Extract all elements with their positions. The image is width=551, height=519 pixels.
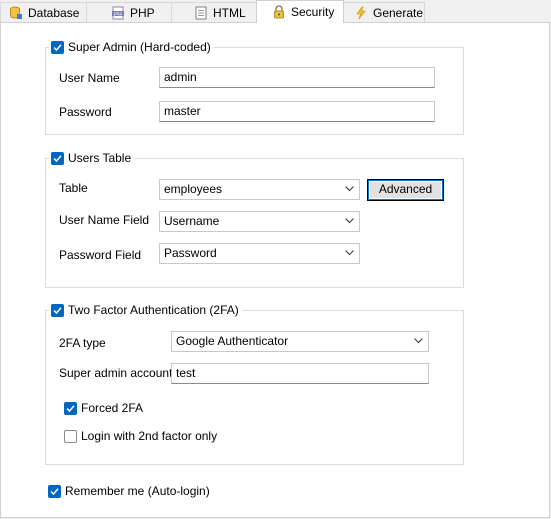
username-label: User Name xyxy=(59,71,120,85)
table-label: Table xyxy=(59,181,88,195)
password-input[interactable]: master xyxy=(159,101,435,122)
super-admin-checkbox[interactable]: Super Admin (Hard-coded) xyxy=(49,39,214,55)
users-table-legend: Users Table xyxy=(68,151,132,165)
tab-strip: Database php PHP HTML Security Generate xyxy=(0,0,551,23)
two-factor-legend: Two Factor Authentication (2FA) xyxy=(68,303,239,317)
forced-2fa-label: Forced 2FA xyxy=(81,401,144,415)
lock-icon xyxy=(272,5,286,19)
2fa-type-select-value: Google Authenticator xyxy=(176,334,289,348)
database-icon xyxy=(9,6,23,20)
remember-me-label: Remember me (Auto-login) xyxy=(65,484,210,498)
two-factor-checkbox[interactable]: Two Factor Authentication (2FA) xyxy=(49,302,242,318)
checkbox-checked-icon xyxy=(51,151,64,165)
password-field-select-value: Password xyxy=(164,246,217,260)
users-table-checkbox[interactable]: Users Table xyxy=(49,150,135,166)
username-field-select[interactable]: Username xyxy=(159,211,360,232)
tab-label: PHP xyxy=(130,5,155,20)
tab-html[interactable]: HTML xyxy=(171,2,257,22)
2fa-type-select[interactable]: Google Authenticator xyxy=(171,331,429,352)
tab-generate[interactable]: Generate xyxy=(343,2,425,22)
username-field-select-value: Username xyxy=(164,214,220,228)
checkbox-checked-icon xyxy=(48,484,61,498)
checkbox-unchecked-icon xyxy=(64,429,77,443)
tab-label: HTML xyxy=(213,5,246,20)
tab-label: Security xyxy=(291,5,335,19)
checkbox-checked-icon xyxy=(51,303,64,317)
login-2nd-factor-only-label: Login with 2nd factor only xyxy=(81,429,218,443)
chevron-down-icon xyxy=(414,338,423,344)
super-admin-account-label: Super admin account xyxy=(59,366,173,380)
tab-label: Generate xyxy=(373,5,424,20)
chevron-down-icon xyxy=(345,218,354,224)
tab-security[interactable]: Security xyxy=(256,0,344,23)
super-admin-account-input[interactable]: test xyxy=(171,363,429,384)
html-file-icon xyxy=(194,6,208,20)
table-select[interactable]: employees xyxy=(159,179,360,200)
tab-label: Database xyxy=(28,5,80,20)
username-input[interactable]: admin xyxy=(159,67,435,88)
2fa-type-label: 2FA type xyxy=(59,336,106,350)
php-file-icon: php xyxy=(111,6,125,20)
remember-me-checkbox[interactable]: Remember me (Auto-login) xyxy=(48,483,210,499)
lightning-icon xyxy=(354,6,368,20)
super-admin-legend: Super Admin (Hard-coded) xyxy=(68,40,211,54)
svg-text:php: php xyxy=(114,11,123,17)
forced-2fa-checkbox[interactable]: Forced 2FA xyxy=(64,400,143,416)
chevron-down-icon xyxy=(345,250,354,256)
checkbox-checked-icon xyxy=(64,401,77,415)
advanced-button[interactable]: Advanced xyxy=(368,180,443,200)
table-select-value: employees xyxy=(164,182,223,196)
password-label: Password xyxy=(59,105,112,119)
tab-database[interactable]: Database xyxy=(0,2,87,22)
chevron-down-icon xyxy=(345,186,354,192)
login-2nd-factor-only-checkbox[interactable]: Login with 2nd factor only xyxy=(64,428,217,444)
password-field-label: Password Field xyxy=(59,248,142,262)
password-field-select[interactable]: Password xyxy=(159,243,360,264)
tab-php[interactable]: php PHP xyxy=(86,2,172,22)
checkbox-checked-icon xyxy=(51,40,64,54)
username-field-label: User Name Field xyxy=(59,213,150,227)
